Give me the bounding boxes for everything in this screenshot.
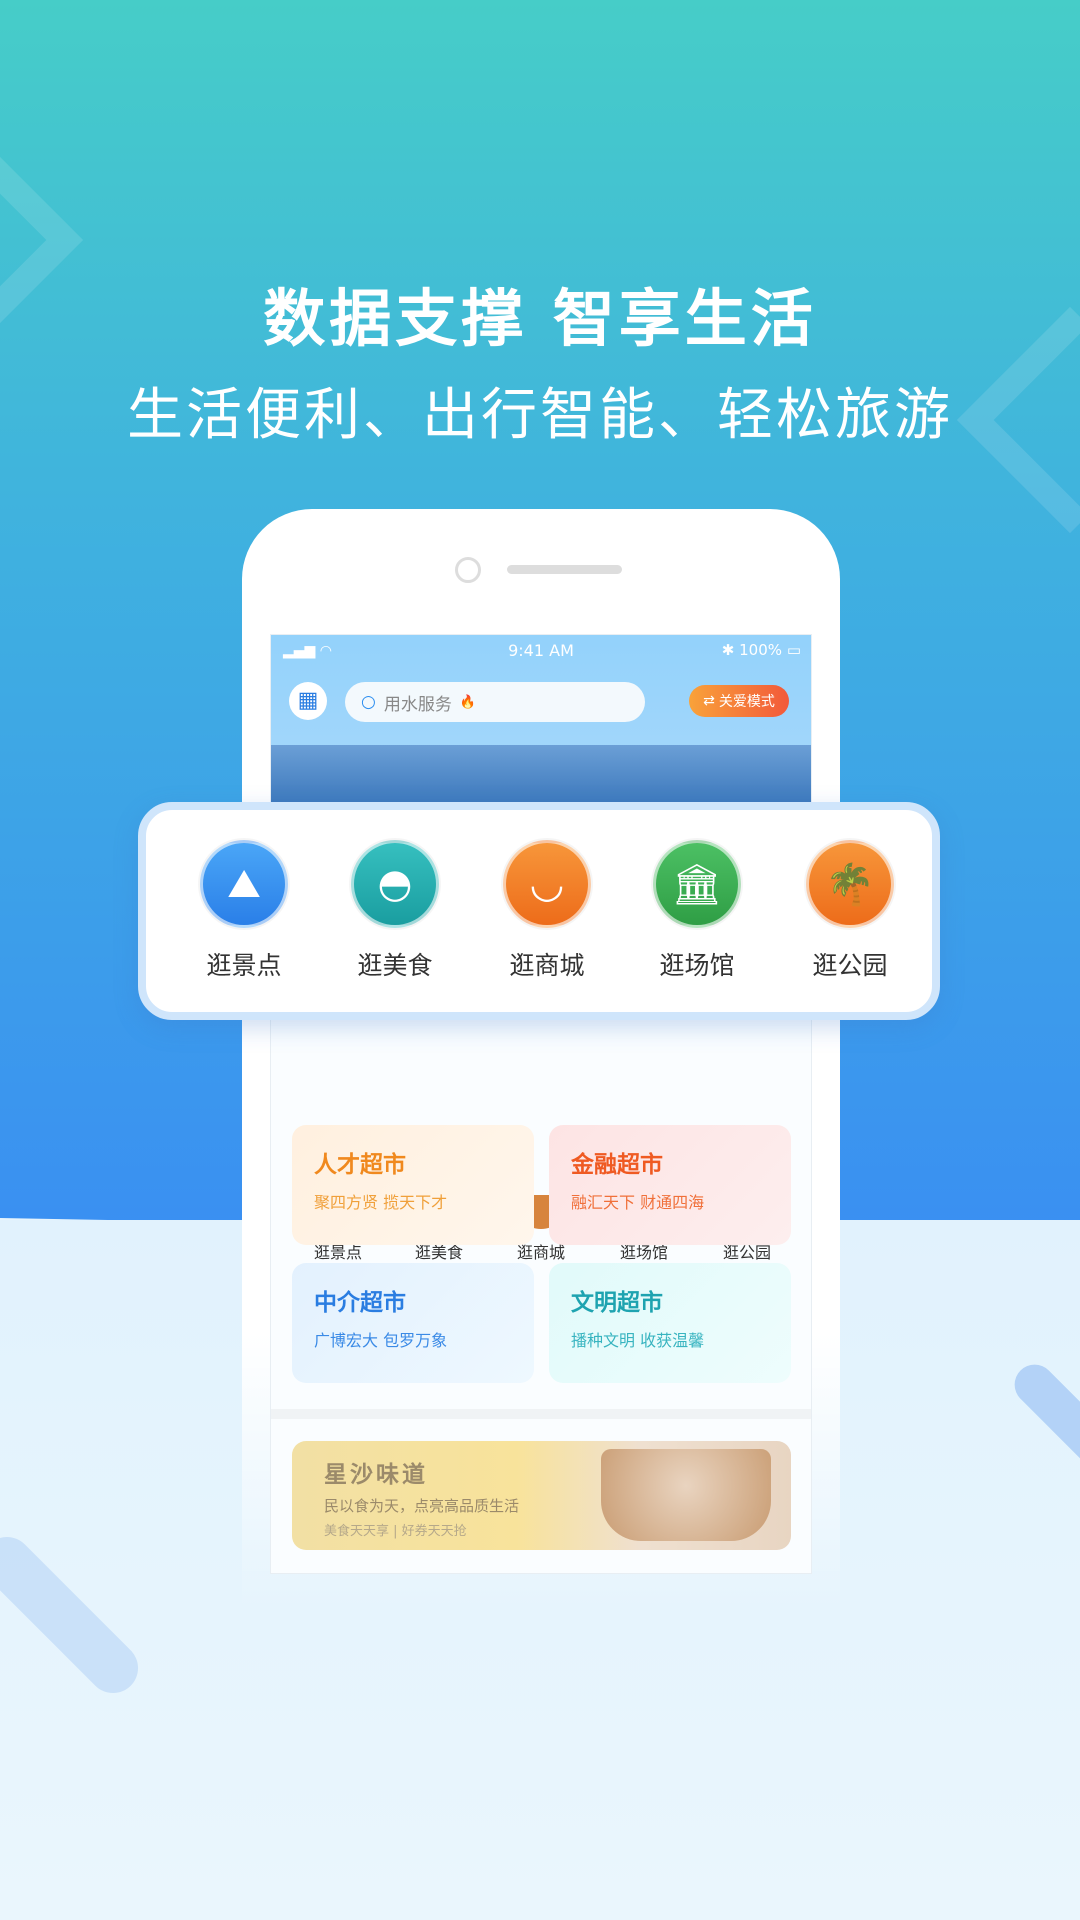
- headline-subtitle: 生活便利、出行智能、轻松旅游: [127, 383, 953, 448]
- museum-icon: 🏛: [653, 840, 741, 928]
- category-label: 逛商城: [509, 951, 585, 980]
- card-title: 金融超市: [571, 1151, 663, 1178]
- card-agency-market[interactable]: 中介超市 广博宏大 包罗万象: [292, 1263, 534, 1383]
- section-divider: [271, 1409, 811, 1419]
- search-icon: ○: [361, 692, 376, 712]
- card-finance-market[interactable]: 金融超市 融汇天下 财通四海: [549, 1125, 791, 1245]
- city-skyline-banner[interactable]: [271, 745, 811, 805]
- category-park[interactable]: 🌴 逛公园: [780, 840, 920, 982]
- hot-flame-icon: 🔥: [459, 694, 477, 710]
- card-subtitle: 聚四方贤 揽天下才: [314, 1193, 448, 1212]
- category-label: 逛公园: [812, 951, 888, 980]
- card-subtitle: 融汇天下 财通四海: [571, 1193, 705, 1212]
- battery-icon: ▭: [786, 641, 801, 659]
- bluetooth-icon: ✱: [721, 641, 740, 659]
- palm-tree-icon: 🌴: [806, 840, 894, 928]
- category-label: 逛场馆: [659, 951, 735, 980]
- food-banner[interactable]: 星沙味道 民以食为天，点亮高品质生活 美食天天享 | 好券天天抢: [292, 1441, 791, 1550]
- app-header: ▂▄▆ ◠ 9:41 AM ✱ 100% ▭ ▦ ○ 用水服务 🔥 ⇄ 关爱模式: [271, 635, 811, 805]
- card-civilization-market[interactable]: 文明超市 播种文明 收获温馨: [549, 1263, 791, 1383]
- category-scenic[interactable]: ⛰ 逛景点: [174, 840, 314, 982]
- search-input[interactable]: ○ 用水服务 🔥: [345, 682, 645, 722]
- camera-icon: [455, 557, 481, 583]
- search-placeholder: 用水服务: [383, 694, 452, 715]
- category-label: 逛美食: [357, 951, 433, 980]
- card-talent-market[interactable]: 人才超市 聚四方贤 揽天下才: [292, 1125, 534, 1245]
- card-title: 文明超市: [571, 1289, 663, 1316]
- card-title: 中介超市: [314, 1289, 406, 1316]
- hotpot-image: [601, 1449, 771, 1541]
- shopping-basket-icon: ◡: [503, 840, 591, 928]
- care-mode-label: 关爱模式: [718, 694, 775, 710]
- mountain-icon: ⛰: [200, 840, 288, 928]
- category-venue[interactable]: 🏛 逛场馆: [627, 840, 767, 982]
- card-title: 人才超市: [314, 1151, 406, 1178]
- headline-title: 数据支撑 智享生活: [263, 282, 817, 355]
- category-food[interactable]: ◓ 逛美食: [325, 840, 465, 982]
- care-mode-button[interactable]: ⇄ 关爱模式: [689, 685, 789, 717]
- category-popup: ⛰ 逛景点 ◓ 逛美食 ◡ 逛商城 🏛 逛场馆 🌴 逛公园: [138, 802, 940, 1020]
- card-subtitle: 播种文明 收获温馨: [571, 1331, 705, 1350]
- speaker-grille: [507, 565, 622, 574]
- city-logo-icon[interactable]: ▦: [289, 682, 327, 720]
- battery-percent: 100%: [739, 641, 783, 659]
- phone-screen: ▂▄▆ ◠ 9:41 AM ✱ 100% ▭ ▦ ○ 用水服务 🔥 ⇄ 关爱模式 …: [270, 634, 812, 1574]
- category-label: 逛景点: [206, 951, 282, 980]
- food-cloche-icon: ◓: [351, 840, 439, 928]
- category-mall[interactable]: ◡ 逛商城: [477, 840, 617, 982]
- card-subtitle: 广博宏大 包罗万象: [314, 1331, 448, 1350]
- battery-status: ✱ 100% ▭: [722, 641, 801, 659]
- switch-icon: ⇄: [703, 693, 715, 709]
